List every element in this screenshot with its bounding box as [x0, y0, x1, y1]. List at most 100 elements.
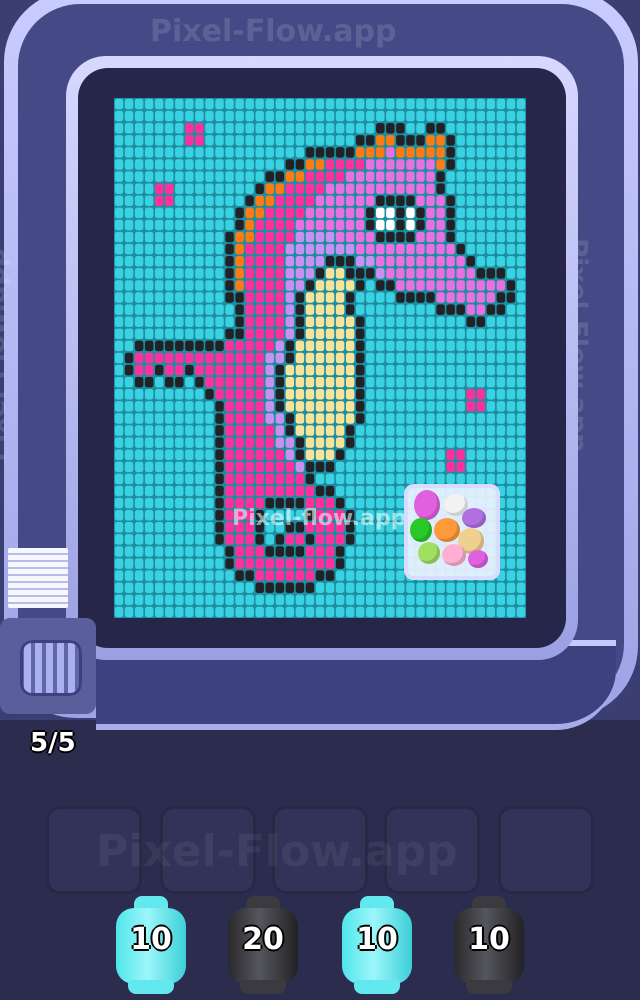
pixel-cell [486, 292, 496, 303]
pixel-cell [456, 437, 465, 448]
pixel-cell [305, 147, 315, 158]
pixel-cell [366, 570, 375, 581]
pixel-cell [476, 437, 486, 448]
pixel-cell [255, 243, 264, 255]
pixel-cell [366, 376, 375, 388]
pixel-cell [436, 171, 445, 182]
pixel-cell [345, 292, 355, 303]
pixel-cell [245, 425, 254, 436]
pixel-cell [486, 606, 496, 618]
pixel-cell [345, 147, 355, 158]
pixel-cell [144, 522, 154, 533]
pixel-cell [466, 437, 475, 448]
shooter-3[interactable]: 10 [340, 896, 414, 996]
pixel-cell [235, 352, 244, 364]
pixel-cell [285, 401, 295, 412]
jelly-bean-box[interactable] [404, 484, 500, 580]
pixel-cell [265, 473, 274, 485]
pixel-cell [275, 231, 285, 243]
pixel-cell [255, 376, 264, 388]
pixel-cell [205, 570, 214, 581]
pixel-cell [426, 183, 435, 194]
pixel-cell [366, 147, 375, 158]
pixel-cell [366, 304, 375, 315]
pixel-cell [235, 147, 244, 158]
pixel-cell [295, 376, 305, 388]
pixel-cell [155, 328, 164, 340]
pixel-cell [245, 183, 254, 194]
pixel-cell [295, 449, 305, 460]
pixel-cell [406, 195, 415, 207]
pixel-cell [114, 461, 124, 473]
pixel-cell [476, 243, 486, 255]
pixel-cell [516, 437, 526, 448]
pixel-cell [195, 340, 204, 352]
pixel-cell [315, 401, 325, 412]
pixel-cell [295, 364, 305, 376]
pixel-cell [366, 352, 375, 364]
pixel-cell [476, 268, 486, 279]
pixel-cell [124, 449, 134, 460]
pixel-cell [195, 497, 204, 509]
pixel-cell [265, 328, 274, 340]
pixel-cell [175, 328, 184, 340]
pixel-cell [335, 268, 345, 279]
shooter-slot-5[interactable] [498, 806, 594, 894]
pixel-cell [366, 195, 375, 207]
watermark-left: Pixel-Flow.app [0, 248, 12, 462]
pixel-cell [265, 413, 274, 424]
pixel-cell [235, 183, 244, 194]
pixel-cell [215, 558, 224, 569]
pixel-cell [134, 147, 144, 158]
pixel-cell [124, 473, 134, 485]
shooter-1[interactable]: 10 [114, 896, 188, 996]
pixel-cell [335, 389, 345, 400]
pixel-cell [285, 582, 295, 594]
pixel-cell [396, 376, 405, 388]
pixel-cell [376, 340, 385, 352]
pixel-cell [285, 256, 295, 267]
shooter-2[interactable]: 20 [226, 896, 300, 996]
pixel-cell [275, 328, 285, 340]
pixel-cell [134, 110, 144, 122]
pixel-cell [305, 256, 315, 267]
pixel-cell [305, 207, 315, 219]
pixel-cell [355, 534, 365, 545]
pixel-cell [195, 207, 204, 219]
pixel-cell [175, 183, 184, 194]
pixel-cell [476, 183, 486, 194]
pixel-cell [185, 413, 194, 424]
pixel-cell [416, 122, 425, 134]
pixel-cell [325, 268, 335, 279]
pixel-cell [416, 364, 425, 376]
pixel-cell [345, 582, 355, 594]
pixel-cell [345, 231, 355, 243]
pixel-cell [265, 195, 274, 207]
pixel-cell [255, 207, 264, 219]
pixel-cell [406, 606, 415, 618]
shooter-4[interactable]: 10 [452, 896, 526, 996]
pixel-cell [235, 219, 244, 231]
pixel-cell [396, 340, 405, 352]
pixel-cell [195, 147, 204, 158]
pixel-cell [416, 582, 425, 594]
pixel-cell [245, 340, 254, 352]
pixel-cell [305, 352, 315, 364]
pixel-cell [285, 147, 295, 158]
pixel-cell [175, 413, 184, 424]
jelly-bean [414, 490, 440, 520]
pixel-cell [255, 582, 264, 594]
pixel-cell [486, 413, 496, 424]
pixel-cell [466, 473, 475, 485]
pixel-cell [185, 534, 194, 545]
pixel-cell [144, 98, 154, 110]
pixel-cell [366, 558, 375, 569]
pixel-cell [195, 183, 204, 194]
pixel-cell [295, 231, 305, 243]
pixel-cell [245, 558, 254, 569]
pixel-cell [315, 122, 325, 134]
pixel-cell [195, 594, 204, 606]
pixel-cell [376, 147, 385, 158]
pixel-cell [205, 292, 214, 303]
pixel-cell [355, 352, 365, 364]
